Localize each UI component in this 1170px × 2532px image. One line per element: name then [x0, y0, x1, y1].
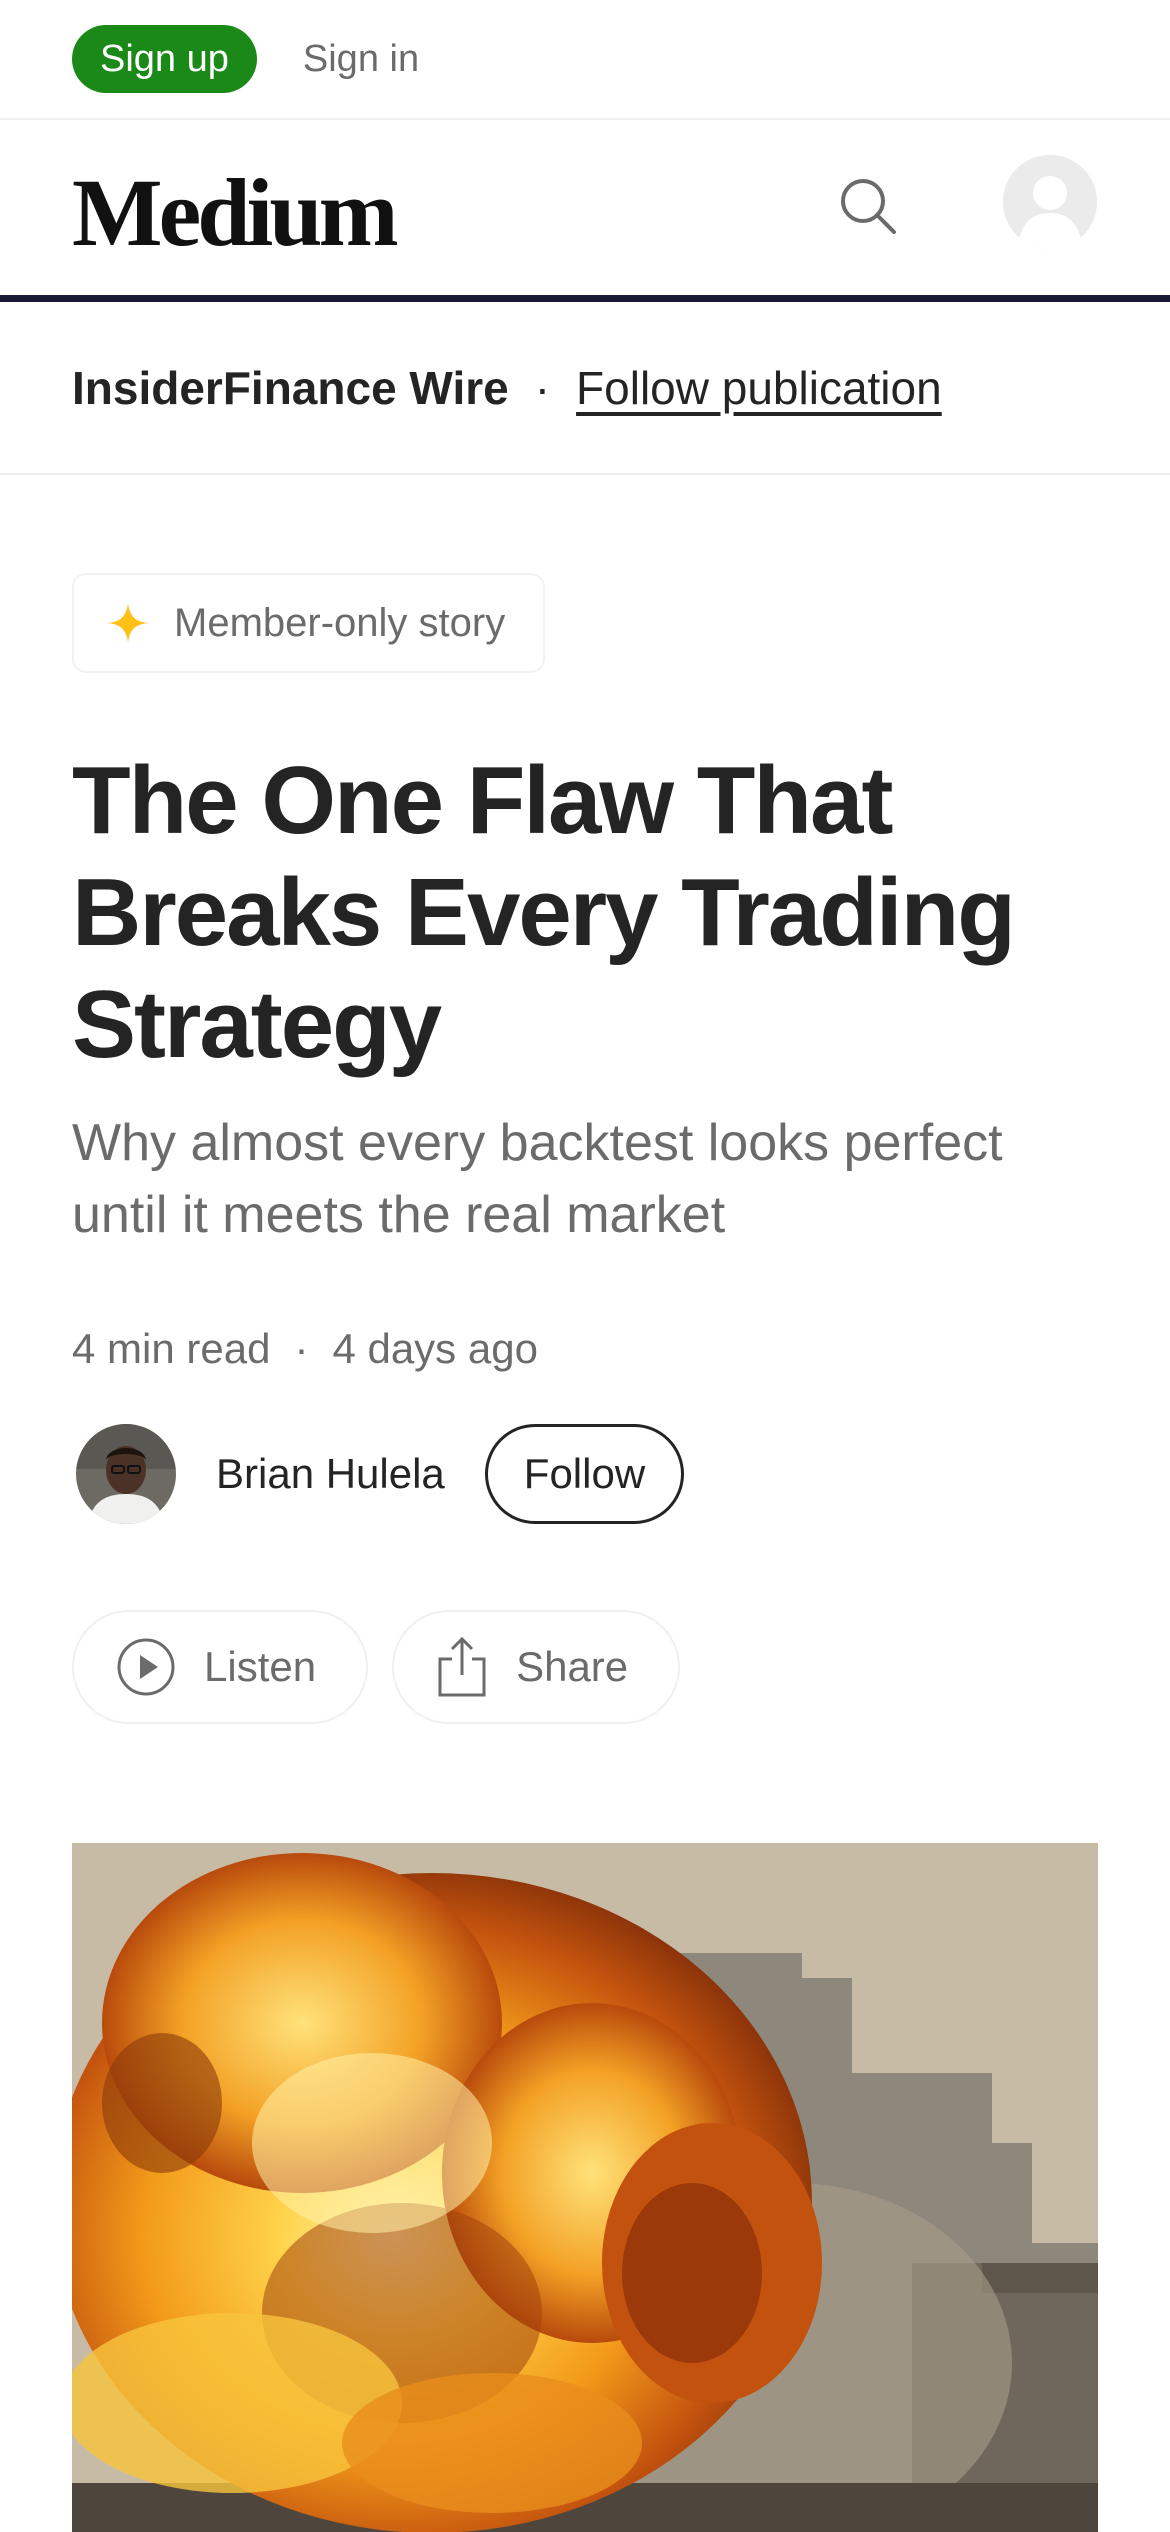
site-header: Medium — [0, 120, 1170, 295]
auth-bar: Sign up Sign in — [0, 0, 1170, 120]
follow-author-button[interactable]: Follow — [484, 1424, 685, 1524]
member-only-badge: Member-only story — [72, 573, 546, 673]
article-title: The One Flaw That Breaks Every Trading S… — [72, 747, 1016, 1078]
publication-name[interactable]: InsiderFinance Wire — [72, 361, 509, 415]
author-avatar[interactable] — [76, 1424, 176, 1524]
share-button[interactable]: Share — [392, 1610, 681, 1724]
signup-button[interactable]: Sign up — [72, 25, 257, 93]
play-icon — [116, 1637, 176, 1697]
author-row: Brian Hulela Follow — [72, 1424, 685, 1524]
header-rule — [0, 295, 1170, 302]
read-time: 4 min read — [72, 1325, 271, 1372]
author-name[interactable]: Brian Hulela — [216, 1450, 445, 1498]
share-label: Share — [516, 1643, 629, 1690]
article-subtitle: Why almost every backtest looks perfect … — [72, 1114, 1003, 1244]
member-only-label: Member-only story — [174, 600, 506, 645]
star-icon — [108, 603, 148, 643]
article-meta: 4 min read · 4 days ago — [72, 1325, 538, 1373]
user-avatar-icon[interactable] — [1003, 155, 1097, 249]
search-icon[interactable] — [838, 176, 898, 241]
follow-publication-link[interactable]: Follow publication — [576, 361, 942, 415]
listen-label: Listen — [204, 1643, 317, 1690]
medium-logo[interactable]: Medium — [72, 157, 399, 268]
meta-separator: · — [294, 1325, 309, 1372]
publication-bar: InsiderFinance Wire · Follow publication — [0, 302, 1170, 475]
hero-image — [72, 1843, 1098, 2532]
separator-dot: · — [534, 361, 551, 414]
published-date: 4 days ago — [332, 1325, 538, 1372]
share-icon — [436, 1635, 488, 1699]
signin-link[interactable]: Sign in — [303, 38, 419, 81]
action-row: Listen Share — [72, 1610, 704, 1724]
listen-button[interactable]: Listen — [72, 1610, 369, 1724]
